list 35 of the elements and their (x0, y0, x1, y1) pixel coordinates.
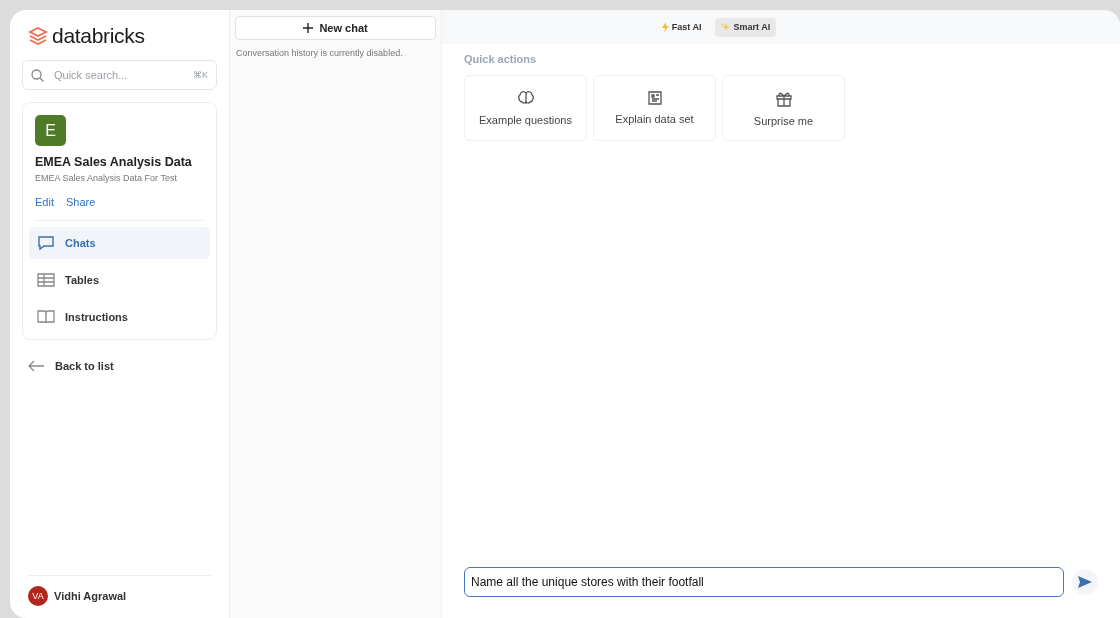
lightning-icon (661, 22, 669, 32)
mode-tab[interactable]: Smart AI (715, 17, 777, 37)
speech-bubble-icon (37, 235, 55, 251)
nav-item[interactable]: Instructions (29, 301, 211, 333)
space-avatar: E (35, 115, 66, 146)
quick-action-button[interactable]: Explain data set (593, 75, 716, 141)
space-link[interactable]: Edit (35, 196, 54, 208)
new-chat-button[interactable]: New chat (235, 16, 436, 40)
brand-name: databricks (52, 24, 145, 48)
space-link[interactable]: Share (65, 196, 96, 208)
send-icon (1078, 576, 1092, 588)
plus-icon (303, 23, 314, 33)
send-button[interactable] (1072, 569, 1098, 595)
stacked-layers-icon (28, 27, 48, 45)
space-subtitle: EMEA Sales Analysis Data For Test (35, 173, 178, 183)
section-title: Quick actions (464, 53, 538, 65)
table-icon (37, 273, 55, 287)
sparkle-icon (721, 22, 731, 32)
user-avatar[interactable]: VA (28, 586, 48, 606)
nav-item[interactable]: Chats (29, 227, 211, 259)
keyboard-shortcut: ⌘K (193, 70, 209, 80)
message-input[interactable]: Name all the unique stores with their footfall (464, 567, 1064, 597)
document-icon (646, 91, 663, 105)
back-link[interactable]: Back to list (22, 360, 218, 372)
search-icon (31, 68, 44, 82)
book-icon (37, 310, 55, 324)
history-note: Conversation history is currently disabled. (235, 48, 404, 58)
quick-action-button[interactable]: Surprise me (722, 75, 845, 141)
space-title: EMEA Sales Analysis Data (35, 155, 193, 169)
nav-item[interactable]: Tables (29, 264, 211, 296)
user-name: Vidhi Agrawal (54, 590, 127, 602)
quick-action-button[interactable]: Example questions (464, 75, 587, 141)
brain-icon (516, 90, 535, 106)
mode-tab[interactable]: Fast AI (655, 17, 708, 37)
left-arrow-icon (28, 360, 45, 372)
